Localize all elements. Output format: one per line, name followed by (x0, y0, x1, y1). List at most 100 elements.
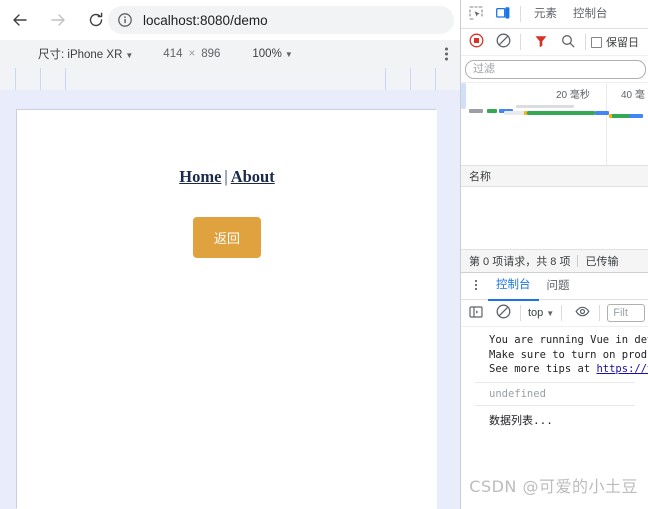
forward-button[interactable] (44, 6, 72, 34)
search-icon (561, 34, 575, 51)
device-preset-select[interactable]: 尺寸: iPhone XR ▼ (38, 46, 133, 62)
vue-warning-line-1: You are running Vue in dev (489, 334, 648, 346)
inspect-element-icon (469, 5, 483, 23)
drawer-tab-issues[interactable]: 问题 (539, 273, 578, 300)
overview-scroll-handle[interactable] (461, 83, 466, 109)
waterfall-band (527, 111, 595, 115)
clear-icon (496, 33, 511, 51)
timeline-gridline (606, 83, 607, 165)
console-context-label: top (528, 307, 544, 319)
ruler-tick (410, 68, 411, 90)
console-context-select[interactable]: top ▼ (528, 307, 554, 319)
arrow-right-icon (49, 11, 67, 29)
page-back-button[interactable]: 返回 (193, 217, 261, 258)
zoom-select[interactable]: 100% ▼ (252, 48, 292, 60)
checkbox-box-icon (591, 36, 602, 48)
device-toolbar-toggle[interactable] (491, 2, 515, 26)
app-root: localhost:8080/demo 尺寸: iPhone XR ▼ 414 ×… (0, 0, 648, 509)
waterfall-band (609, 114, 612, 118)
device-emulation-toolbar: 尺寸: iPhone XR ▼ 414 × 896 100% ▼ (0, 40, 460, 69)
drawer-tab-console[interactable]: 控制台 (488, 272, 539, 301)
device-preset-label: 尺寸: iPhone XR (38, 49, 123, 61)
waterfall-band (595, 111, 609, 115)
column-header-name[interactable]: 名称 (469, 168, 491, 184)
console-toolbar: top ▼ (461, 300, 648, 327)
drawer-more-options-button[interactable] (464, 274, 488, 298)
preserve-log-checkbox[interactable]: 保留日 (591, 34, 639, 50)
eye-icon (575, 304, 590, 322)
toolbar-divider (520, 305, 521, 321)
inspect-element-button[interactable] (464, 2, 488, 26)
chevron-down-icon: ▼ (546, 308, 555, 318)
console-filter-input[interactable] (607, 304, 645, 322)
ruler-tick (65, 68, 66, 90)
filter-funnel-icon (534, 34, 548, 51)
network-table-body (461, 187, 648, 249)
status-transferred: 已传输 (585, 256, 619, 268)
emulation-stage: Home | About 返回 (0, 90, 460, 509)
toolbar-divider (520, 6, 521, 22)
waterfall-band (504, 111, 526, 115)
console-message-data-list: 数据列表... (489, 413, 553, 427)
network-overview-timeline: 20 毫秒 40 毫 (461, 83, 648, 166)
toolbar-divider (585, 34, 586, 50)
kebab-menu-icon (445, 47, 448, 51)
toolbar-divider (599, 305, 601, 321)
vue-warning-line-3-text: See more tips at (489, 363, 597, 375)
reload-button[interactable] (82, 6, 110, 34)
network-status-bar: 第 0 项请求，共 8 项 已传输 (461, 249, 648, 272)
ruler-tick (15, 68, 16, 90)
dimension-separator: × (188, 48, 196, 60)
devtools-tabbar: 元素 控制台 (461, 0, 648, 29)
device-toolbar-icon (496, 6, 510, 23)
devtools-panel: 元素 控制台 保留日 过滤 20 毫秒 40 毫 名称 第 0 项请求，共 8 … (460, 0, 648, 509)
console-sidebar-toggle[interactable] (464, 301, 488, 325)
url-text: localhost:8080/demo (143, 12, 268, 28)
network-table-header: 名称 (461, 166, 648, 187)
record-stop-icon (469, 33, 484, 51)
waterfall-band (629, 114, 643, 118)
arrow-left-icon (11, 11, 29, 29)
network-toolbar: 保留日 (461, 29, 648, 56)
device-more-options-button[interactable] (445, 46, 448, 63)
timeline-tick-label: 40 毫 (621, 90, 645, 101)
console-message-vue-warning: You are running Vue in dev Make sure to … (461, 333, 648, 377)
reload-icon (87, 11, 105, 29)
record-network-button[interactable] (464, 30, 488, 54)
console-eye-button[interactable] (570, 301, 594, 325)
nav-separator: | (224, 167, 228, 186)
vue-docs-link[interactable]: https://v (596, 363, 648, 375)
status-request-count: 第 0 项请求，共 8 项 (469, 256, 571, 268)
timeline-tick-label: 20 毫秒 (556, 90, 590, 101)
network-filter-row (461, 56, 648, 83)
ruler-tick (435, 68, 436, 90)
kebab-menu-icon (470, 279, 482, 294)
status-divider (577, 255, 579, 267)
nav-link-home[interactable]: Home (179, 167, 221, 186)
console-message-list: You are running Vue in dev Make sure to … (461, 327, 648, 459)
info-circle-icon[interactable] (116, 11, 134, 29)
tab-elements[interactable]: 元素 (526, 1, 565, 28)
console-clear-button[interactable] (491, 301, 515, 325)
chevron-down-icon: ▼ (125, 51, 134, 60)
browser-toolbar: localhost:8080/demo (0, 0, 460, 40)
back-button[interactable] (6, 6, 34, 34)
network-filter-input[interactable] (465, 59, 646, 79)
nav-link-about[interactable]: About (231, 167, 275, 186)
address-bar[interactable]: localhost:8080/demo (108, 6, 454, 34)
clear-network-button[interactable] (491, 30, 515, 54)
network-search-button[interactable] (556, 30, 580, 54)
console-message-undefined: undefined (489, 387, 546, 400)
page-navigation: Home | About (17, 167, 437, 187)
tab-console[interactable]: 控制台 (565, 1, 616, 28)
preserve-log-label: 保留日 (606, 37, 639, 49)
ruler-tick (40, 68, 41, 90)
toolbar-divider (561, 305, 563, 321)
waterfall-band (487, 109, 497, 113)
device-height-input[interactable]: 896 (201, 48, 220, 60)
vue-warning-line-2: Make sure to turn on produ (489, 348, 648, 361)
vue-warning-line-3: See more tips at https://v (489, 362, 648, 377)
page-viewport: Home | About 返回 (17, 110, 437, 509)
network-filter-button[interactable] (529, 30, 553, 54)
device-width-input[interactable]: 414 (163, 48, 182, 60)
